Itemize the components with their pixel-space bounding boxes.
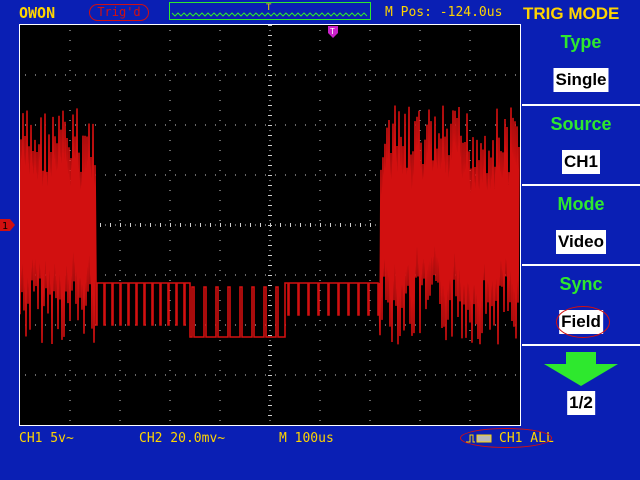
memory-waveform-thumbnail: T <box>171 3 368 17</box>
trigger-position-marker-icon: T <box>328 26 338 38</box>
menu-label-mode: Mode <box>557 194 605 214</box>
ch1-waveform <box>20 105 520 345</box>
scope-grid <box>20 25 520 421</box>
brand-logo: OWON <box>19 4 56 22</box>
menu-label-source: Source <box>550 114 612 134</box>
timebase-readout: M 100us <box>279 431 334 446</box>
trigger-status-badge: Trig'd <box>89 4 149 21</box>
menu-value-source: CH1 <box>561 150 601 174</box>
menu-value-mode: Video <box>556 230 606 254</box>
sync-highlight-ellipse <box>556 306 610 338</box>
menu-item-mode[interactable]: Mode Video <box>522 184 640 264</box>
menu-item-sync[interactable]: Sync Field <box>522 264 640 344</box>
menu-label-sync: Sync <box>559 274 603 294</box>
menu-item-source[interactable]: Source CH1 <box>522 104 640 184</box>
memory-position-bar[interactable]: T <box>169 2 371 20</box>
trigger-position-icon: T <box>266 3 272 13</box>
svg-text:T: T <box>330 27 335 36</box>
down-arrow-icon <box>544 352 618 386</box>
trigger-info-ellipse <box>460 428 552 448</box>
horizontal-position-readout: M Pos: -124.0us <box>385 5 503 20</box>
menu-item-next-page[interactable]: 1/2 <box>522 344 640 424</box>
ch1-level-marker-icon: 1 <box>0 219 15 232</box>
menu-page-indicator: 1/2 <box>567 391 595 415</box>
waveform-display <box>19 24 521 426</box>
ch2-scale-readout: CH2 20.0mv~ <box>139 431 226 446</box>
svg-text:1: 1 <box>2 221 8 232</box>
menu-item-type[interactable]: Type Single <box>522 24 640 104</box>
trigger-status-text: Trig'd <box>97 5 141 19</box>
top-bar: OWON Trig'd T M Pos: -124.0us TRIG MODE <box>0 0 640 24</box>
menu-label-type: Type <box>560 32 602 52</box>
menu-title: TRIG MODE <box>523 4 620 23</box>
side-menu: Type Single Source CH1 Mode Video Sync F… <box>522 24 640 426</box>
menu-value-type: Single <box>553 68 609 92</box>
ch1-scale-readout: CH1 5v~ <box>19 431 74 446</box>
